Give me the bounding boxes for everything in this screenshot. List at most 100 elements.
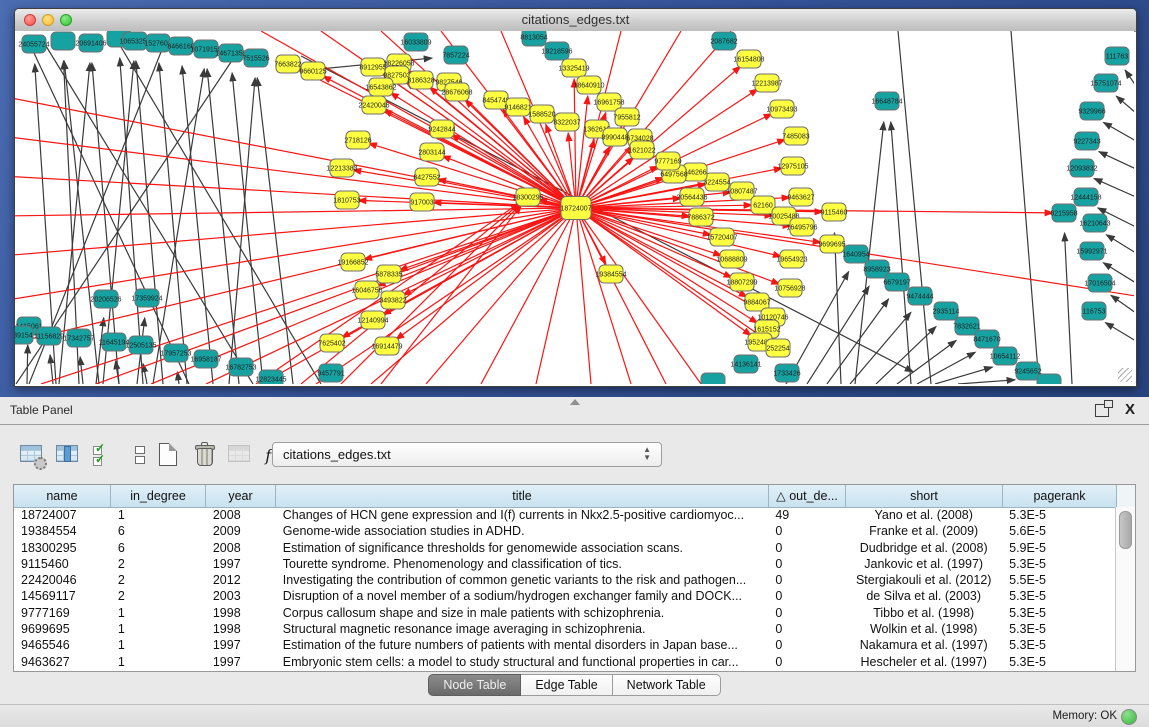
window-titlebar[interactable]: citations_edges.txt	[15, 9, 1136, 32]
tab-node-table[interactable]: Node Table	[428, 674, 521, 696]
graph-edge	[576, 208, 701, 384]
graph-node[interactable]	[701, 373, 725, 384]
table-row[interactable]: 1456911722003Disruption of a novel membe…	[14, 588, 1116, 604]
table-cell: 9465546	[14, 637, 111, 653]
scrollbar-thumb[interactable]	[1119, 511, 1132, 549]
graph-edge	[96, 318, 104, 384]
table-cell: 9463627	[14, 654, 111, 670]
tab-edge-table[interactable]: Edge Table	[521, 674, 612, 696]
graph-node-label: 16046756	[351, 288, 382, 295]
table-body: 1872400712008Changes of HCN gene express…	[14, 507, 1116, 671]
table-cell: 1998	[206, 605, 276, 621]
column-header-in_degree[interactable]: in_degree	[111, 485, 206, 507]
graph-node-label: 16648784	[871, 99, 902, 106]
table-cell: Wolkin et al. (1998)	[845, 621, 1002, 637]
column-header-pagerank[interactable]: pagerank	[1003, 485, 1117, 507]
graph-node[interactable]	[51, 32, 75, 50]
graph-node-label: 8958923	[863, 267, 890, 274]
select-rows-icon[interactable]: ✓ ✓	[90, 440, 120, 470]
table-cell: 19384554	[14, 523, 111, 539]
table-cell: Jankovic et al. (1997)	[845, 556, 1002, 572]
graph-edge	[159, 63, 187, 384]
table-type-tabs: Node TableEdge TableNetwork Table	[0, 674, 1149, 696]
column-header-name[interactable]: name	[14, 485, 111, 507]
table-cell: 18300295	[14, 540, 111, 556]
table-cell: Genome-wide association studies in ADHD.	[276, 523, 769, 539]
graph-node-label: 8471670	[973, 337, 1000, 344]
graph-edge	[1011, 31, 1039, 384]
graph-node-label: 9699695	[818, 242, 845, 249]
float-panel-icon[interactable]	[1095, 404, 1109, 417]
graph-node-label: 15751074	[1090, 81, 1121, 88]
table-cell: 2	[111, 556, 206, 572]
graph-node-label: 116753	[1083, 309, 1106, 316]
table-row[interactable]: 1872400712008Changes of HCN gene express…	[14, 507, 1116, 523]
graph-node-label: 7886372	[687, 215, 714, 222]
column-header-out_de[interactable]: △ out_de...	[769, 485, 846, 507]
graph-node-label: 12213987	[751, 81, 782, 88]
graph-node-label: 3224554	[703, 180, 730, 187]
graph-node[interactable]	[1037, 374, 1061, 384]
table-row[interactable]: 946362711997Embryonic stem cells: a mode…	[14, 654, 1116, 670]
graph-edge	[396, 208, 576, 340]
graph-edge	[1106, 235, 1134, 253]
graph-node-label: 20206526	[90, 297, 121, 304]
graph-node-label: 12213383	[326, 166, 357, 173]
column-header-title[interactable]: title	[276, 485, 769, 507]
column-header-short[interactable]: short	[846, 485, 1003, 507]
table-cell: Corpus callosum shape and size in male p…	[276, 605, 769, 621]
table-row[interactable]: 969969511998Structural magnetic resonanc…	[14, 621, 1116, 637]
table-cell: Tourette syndrome. Phenomenology and cla…	[276, 556, 769, 572]
new-table-icon[interactable]	[154, 440, 184, 470]
table-row[interactable]: 977716911998Corpus callosum shape and si…	[14, 605, 1116, 621]
graph-node-label: 12444158	[1070, 195, 1101, 202]
graph-edge	[898, 31, 931, 384]
show-column-icon[interactable]	[54, 440, 84, 470]
network-graph[interactable]: 2405572420691406106532571527602846616010…	[15, 31, 1134, 384]
table-cell: 5.9E-5	[1002, 540, 1116, 556]
graph-node-label: 19166852	[337, 260, 368, 267]
table-panel-header: Table Panel X	[0, 397, 1149, 425]
graph-node-label: 8322037	[553, 120, 580, 127]
row-list-icon[interactable]	[126, 440, 148, 470]
graph-node-label: 18807299	[726, 280, 757, 287]
table-options-icon[interactable]	[18, 440, 48, 470]
close-panel-icon[interactable]: X	[1125, 401, 1135, 418]
graph-node-label: 2087682	[710, 39, 737, 46]
graph-edge	[1099, 152, 1134, 169]
table-row[interactable]: 911546021997Tourette syndrome. Phenomeno…	[14, 556, 1116, 572]
graph-node-label: 16154808	[733, 57, 764, 64]
graph-node-label: 12140994	[357, 318, 388, 325]
table-row[interactable]: 1938455462009Genome-wide association stu…	[14, 523, 1116, 539]
graph-node-label: 28676068	[441, 90, 472, 97]
graph-node-label: 6679197	[883, 280, 910, 287]
tab-network-table[interactable]: Network Table	[613, 674, 721, 696]
graph-edge	[827, 299, 889, 384]
table-scrollbar[interactable]	[1115, 507, 1135, 671]
table-row[interactable]: 946554611997Estimation of the future num…	[14, 637, 1116, 653]
graph-node-label: 15720407	[706, 235, 737, 242]
table-cell: 0	[768, 572, 845, 588]
graph-node-label: 7857224	[442, 53, 469, 60]
table-row[interactable]: 2242004622012Investigating the contribut…	[14, 572, 1116, 588]
network-graph-canvas[interactable]: 2405572420691406106532571527602846616010…	[15, 31, 1134, 384]
table-cell: 1	[111, 654, 206, 670]
graph-node-label: 939154	[15, 333, 33, 340]
graph-node-label: 17957253	[160, 351, 191, 358]
table-cell: 0	[768, 654, 845, 670]
splitter-handle-icon[interactable]	[570, 399, 580, 405]
graph-node-label: 16543862	[365, 85, 396, 92]
graph-edge	[891, 122, 911, 384]
table-cell: 49	[768, 507, 845, 523]
resize-grip-icon[interactable]	[1118, 368, 1132, 382]
table-cell: 5.3E-5	[1002, 556, 1116, 572]
column-header-year[interactable]: year	[206, 485, 276, 507]
table-row[interactable]: 1830029562008Estimation of significance …	[14, 540, 1116, 556]
delete-table-icon[interactable]	[190, 440, 220, 470]
graph-node-label: 9146821	[504, 105, 531, 112]
graph-edge	[207, 69, 239, 384]
import-table-icon[interactable]	[226, 440, 256, 470]
graph-node-label: 8813054	[520, 35, 547, 42]
table-header: namein_degreeyeartitle△ out_de...shortpa…	[14, 485, 1135, 508]
table-select-dropdown[interactable]: citations_edges.txt ▲▼	[272, 442, 662, 467]
